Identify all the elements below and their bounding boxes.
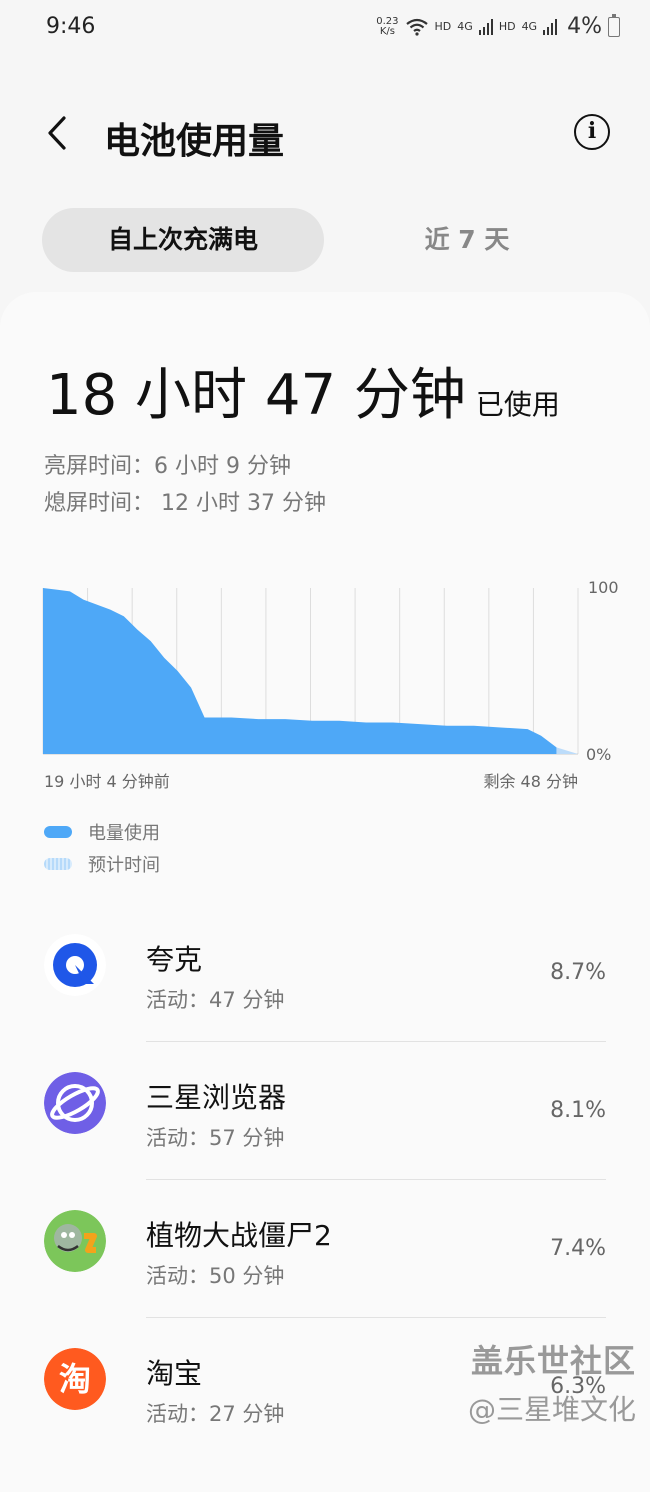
taobao-icon: 淘 — [44, 1348, 106, 1410]
y-tick-label-min: 0% — [586, 745, 611, 760]
battery-icon — [608, 13, 620, 37]
usage-total-value: 18 小时 47 分钟 — [46, 363, 466, 428]
back-button[interactable] — [38, 110, 78, 156]
network-type-1: 4G — [457, 20, 473, 33]
tab-since-full-charge[interactable]: 自上次充满电 — [42, 208, 324, 272]
chart-end-label: 剩余 48 分钟 — [483, 772, 578, 791]
page-title: 电池使用量 — [104, 121, 285, 162]
screen-on-time: 亮屏时间：6 小时 9 分钟 — [44, 454, 291, 479]
series-area-used — [43, 588, 557, 754]
app-name: 夸克 — [146, 943, 203, 976]
app-name: 淘宝 — [146, 1357, 203, 1390]
tab-last-7-days[interactable]: 近 7 天 — [372, 208, 562, 272]
legend-label-estimated: 预计时间 — [88, 855, 160, 876]
app-percent: 8.1% — [550, 1098, 606, 1123]
divider — [146, 1041, 606, 1042]
watermark-line2: @三星堆文化 — [467, 1393, 636, 1426]
list-item[interactable]: 植物大战僵尸2 活动：50 分钟 7.4% — [0, 1196, 650, 1334]
period-tabs: 自上次充满电 近 7 天 — [42, 208, 608, 272]
app-percent: 8.7% — [550, 960, 606, 985]
status-time: 9:46 — [46, 14, 96, 39]
battery-level: 4% — [567, 14, 602, 39]
network-type-2: 4G — [521, 20, 538, 33]
screen-off-time: 熄屏时间： 12 小时 37 分钟 — [44, 491, 326, 516]
legend-label-used: 电量使用 — [88, 823, 160, 844]
app-active-time: 活动：50 分钟 — [146, 1264, 285, 1288]
wifi-icon — [405, 18, 428, 36]
chart-legend: 电量使用 预计时间 — [44, 816, 160, 880]
usage-total-suffix: 已使用 — [475, 388, 560, 421]
app-name: 三星浏览器 — [146, 1081, 287, 1114]
status-bar: 9:46 0.23 K/s HD 4G HD 4G 4% — [0, 0, 650, 56]
legend-item-used: 电量使用 — [44, 816, 160, 848]
hd-label-1: HD — [434, 20, 452, 33]
pvz2-icon — [44, 1210, 106, 1272]
header: 电池使用量 i — [0, 100, 650, 170]
chart-start-label: 19 小时 4 分钟前 — [44, 772, 170, 791]
legend-item-estimated: 预计时间 — [44, 848, 160, 880]
series-area-estimated — [556, 747, 578, 754]
usage-total: 18 小时 47 分钟 已使用 — [46, 350, 560, 431]
battery-chart: 100 0% — [40, 580, 630, 760]
app-percent: 7.4% — [550, 1236, 606, 1261]
app-name: 植物大战僵尸2 — [146, 1219, 332, 1252]
back-arrow-icon — [48, 116, 66, 150]
legend-swatch-estimated — [44, 858, 72, 870]
svg-text:淘: 淘 — [59, 1360, 91, 1398]
network-speed: 0.23 K/s — [376, 15, 399, 37]
app-active-time: 活动：57 分钟 — [146, 1126, 285, 1150]
watermark-line1: 盖乐世社区 — [470, 1342, 636, 1380]
status-icons: 0.23 K/s HD 4G HD 4G 4% — [376, 13, 620, 39]
divider — [146, 1179, 606, 1180]
signal-icon-2 — [543, 18, 558, 35]
divider — [146, 1317, 606, 1318]
hd-label-2: HD — [498, 20, 516, 33]
y-tick-label-max: 100 — [588, 580, 619, 597]
signal-icon — [478, 18, 493, 35]
quark-icon — [44, 934, 106, 996]
list-item[interactable]: 夸克 活动：47 分钟 8.7% — [0, 920, 650, 1058]
app-active-time: 活动：47 分钟 — [146, 988, 285, 1012]
samsung-browser-icon — [44, 1072, 106, 1134]
app-active-time: 活动：27 分钟 — [146, 1402, 285, 1426]
list-item[interactable]: 三星浏览器 活动：57 分钟 8.1% — [0, 1058, 650, 1196]
info-icon[interactable]: i — [574, 114, 610, 150]
legend-swatch-used — [44, 826, 72, 838]
watermark: 盖乐世社区 @三星堆文化 — [468, 1336, 636, 1428]
battery-chart-svg: 100 0% — [42, 580, 619, 760]
